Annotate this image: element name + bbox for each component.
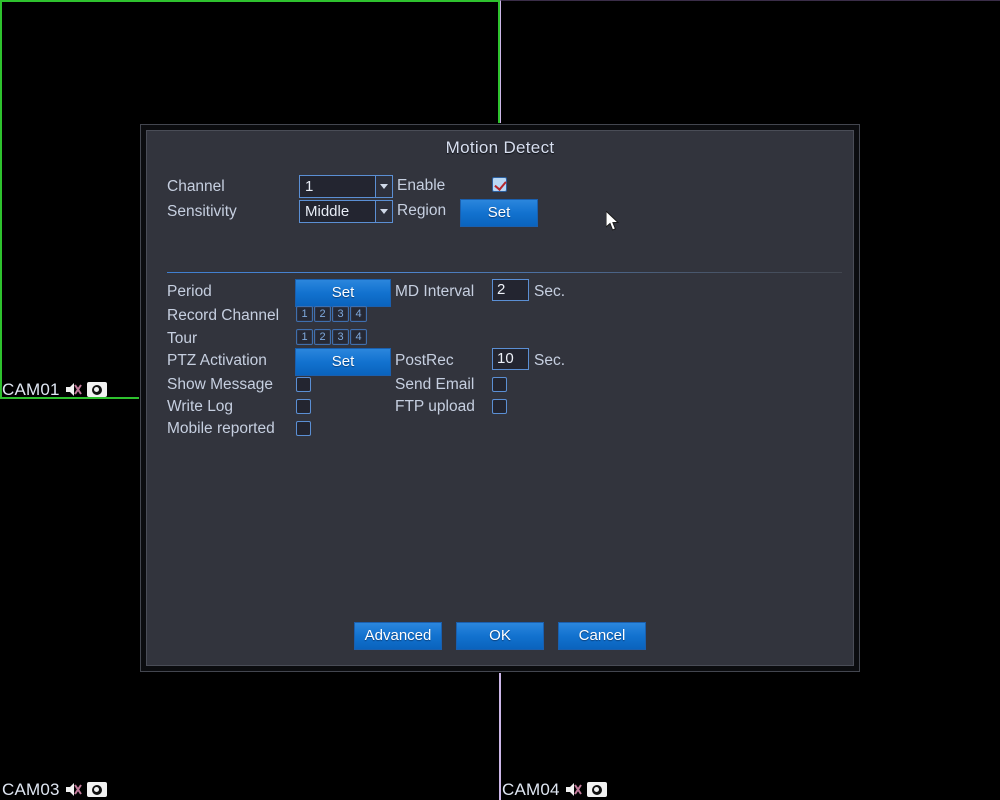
camera-icon bbox=[586, 782, 607, 797]
tour-label: Tour bbox=[167, 330, 198, 347]
sensitivity-select[interactable]: Middle bbox=[299, 200, 393, 223]
postrec-label-row: PostRec bbox=[395, 353, 454, 369]
ftp-upload-checkbox[interactable] bbox=[492, 399, 507, 414]
ptz-activation-label: PTZ Activation bbox=[167, 352, 267, 369]
show-message-label-row: Show Message bbox=[167, 377, 273, 393]
channel-label: Channel bbox=[167, 178, 225, 195]
send-email-label: Send Email bbox=[395, 376, 475, 393]
enable-checkbox-wrap[interactable] bbox=[492, 177, 507, 192]
camera-icon bbox=[86, 782, 107, 797]
postrec-label: PostRec bbox=[395, 352, 454, 369]
tour-box-1[interactable]: 1 bbox=[296, 329, 313, 345]
camera-icon bbox=[86, 382, 107, 397]
ftp-upload-label: FTP upload bbox=[395, 398, 475, 415]
mobile-reported-label-row: Mobile reported bbox=[167, 421, 275, 437]
camera-name-text: CAM01 bbox=[2, 380, 60, 399]
speaker-mute-icon bbox=[65, 783, 82, 796]
write-log-label-row: Write Log bbox=[167, 399, 233, 415]
send-email-checkbox[interactable] bbox=[492, 377, 507, 392]
region-set-button[interactable]: Set bbox=[460, 199, 538, 227]
camera-label-cam01: CAM01 bbox=[2, 381, 107, 398]
write-log-checkbox-wrap[interactable] bbox=[296, 399, 311, 414]
channel-select[interactable]: 1 bbox=[299, 175, 393, 198]
dvr-live-view-screen: CAM01 CAM03 CAM04 Motion Detect Channel … bbox=[0, 0, 1000, 800]
camera-label-cam03: CAM03 bbox=[2, 781, 107, 798]
mobile-reported-checkbox-wrap[interactable] bbox=[296, 421, 311, 436]
send-email-label-row: Send Email bbox=[395, 377, 474, 393]
camera-name-text: CAM04 bbox=[502, 780, 560, 799]
channel-label-row: Channel bbox=[167, 179, 225, 195]
region-label-row: Region bbox=[397, 203, 446, 219]
ptz-activation-label-row: PTZ Activation bbox=[167, 353, 267, 369]
speaker-mute-icon bbox=[65, 383, 82, 396]
md-interval-unit: Sec. bbox=[534, 283, 566, 300]
tour-boxes: 1 2 3 4 bbox=[296, 329, 367, 345]
dialog-button-bar: Advanced OK Cancel bbox=[147, 622, 853, 650]
record-channel-box-3[interactable]: 3 bbox=[332, 306, 349, 322]
ok-button[interactable]: OK bbox=[456, 622, 544, 650]
period-set-button[interactable]: Set bbox=[295, 279, 391, 307]
write-log-checkbox[interactable] bbox=[296, 399, 311, 414]
show-message-checkbox-wrap[interactable] bbox=[296, 377, 311, 392]
md-interval-label: MD Interval bbox=[395, 283, 475, 300]
mobile-reported-label: Mobile reported bbox=[167, 420, 275, 437]
dialog-body: Motion Detect Channel 1 Enable Sensitivi… bbox=[146, 130, 854, 666]
speaker-mute-icon bbox=[565, 783, 582, 796]
show-message-label: Show Message bbox=[167, 376, 273, 393]
md-interval-input[interactable]: 2 bbox=[492, 279, 529, 301]
motion-detect-dialog: Motion Detect Channel 1 Enable Sensitivi… bbox=[140, 124, 860, 672]
region-label: Region bbox=[397, 202, 447, 219]
enable-label: Enable bbox=[397, 177, 446, 194]
chevron-down-icon[interactable] bbox=[375, 201, 392, 222]
enable-checkbox[interactable] bbox=[492, 177, 507, 192]
section-divider bbox=[167, 272, 842, 273]
mobile-reported-checkbox[interactable] bbox=[296, 421, 311, 436]
channel-select-control[interactable]: 1 bbox=[299, 175, 393, 198]
ftp-upload-checkbox-wrap[interactable] bbox=[492, 399, 507, 414]
cancel-button[interactable]: Cancel bbox=[558, 622, 646, 650]
dialog-title: Motion Detect bbox=[445, 138, 555, 157]
record-channel-box-4[interactable]: 4 bbox=[350, 306, 367, 322]
record-channel-box-2[interactable]: 2 bbox=[314, 306, 331, 322]
postrec-unit: Sec. bbox=[534, 352, 566, 369]
write-log-label: Write Log bbox=[167, 398, 234, 415]
tour-box-3[interactable]: 3 bbox=[332, 329, 349, 345]
show-message-checkbox[interactable] bbox=[296, 377, 311, 392]
md-interval-unit-row: Sec. bbox=[534, 284, 565, 300]
postrec-input[interactable]: 10 bbox=[492, 348, 529, 370]
sensitivity-select-control[interactable]: Middle bbox=[299, 200, 393, 223]
md-interval-label-row: MD Interval bbox=[395, 284, 474, 300]
camera-label-cam04: CAM04 bbox=[502, 781, 607, 798]
postrec-unit-row: Sec. bbox=[534, 353, 565, 369]
advanced-button[interactable]: Advanced bbox=[354, 622, 442, 650]
enable-label-row: Enable bbox=[397, 178, 445, 194]
sensitivity-label-row: Sensitivity bbox=[167, 204, 237, 220]
ptz-activation-set-button[interactable]: Set bbox=[295, 348, 391, 376]
send-email-checkbox-wrap[interactable] bbox=[492, 377, 507, 392]
camera-name-text: CAM03 bbox=[2, 780, 60, 799]
channel-select-value: 1 bbox=[305, 178, 314, 195]
record-channel-box-1[interactable]: 1 bbox=[296, 306, 313, 322]
ftp-upload-label-row: FTP upload bbox=[395, 399, 475, 415]
tour-label-row: Tour bbox=[167, 331, 197, 347]
record-channel-label: Record Channel bbox=[167, 307, 280, 324]
tour-box-4[interactable]: 4 bbox=[350, 329, 367, 345]
sensitivity-select-value: Middle bbox=[305, 203, 350, 220]
period-label-row: Period bbox=[167, 284, 212, 300]
record-channel-boxes: 1 2 3 4 bbox=[296, 306, 367, 322]
chevron-down-icon[interactable] bbox=[375, 176, 392, 197]
sensitivity-label: Sensitivity bbox=[167, 203, 237, 220]
period-label: Period bbox=[167, 283, 212, 300]
record-channel-label-row: Record Channel bbox=[167, 308, 279, 324]
tour-box-2[interactable]: 2 bbox=[314, 329, 331, 345]
